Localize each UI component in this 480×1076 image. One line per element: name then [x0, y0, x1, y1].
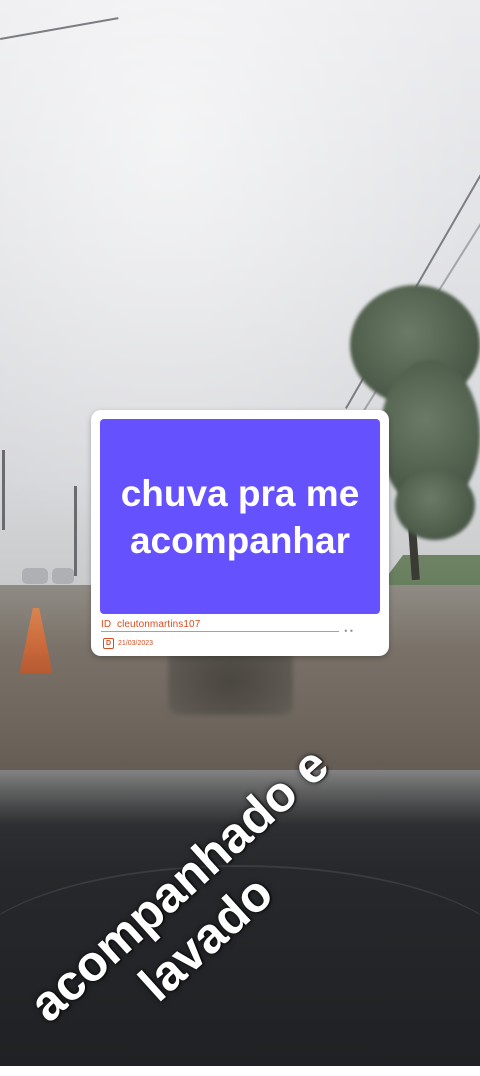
tree-crown: [395, 470, 475, 540]
username: cleutonmartins107: [116, 619, 201, 630]
date-icon: D: [103, 638, 114, 649]
text-sticker[interactable]: chuva pra me acompanhar ID cleutonmartin…: [91, 410, 389, 656]
sticker-date: 21/03/2023: [118, 640, 154, 647]
sticker-user-id: ID cleutonmartins107: [101, 619, 200, 630]
parked-car: [52, 568, 74, 584]
sticker-title: chuva pra me acompanhar: [120, 472, 360, 561]
street-pole: [2, 450, 5, 530]
more-dots-icon: • •: [344, 626, 353, 636]
sticker-title-box: chuva pra me acompanhar: [100, 419, 380, 614]
parked-car: [22, 568, 48, 584]
sticker-divider: [101, 631, 339, 632]
street-pole: [74, 486, 77, 576]
id-prefix: ID: [101, 619, 112, 630]
sticker-date-row: D 21/03/2023: [103, 638, 153, 649]
